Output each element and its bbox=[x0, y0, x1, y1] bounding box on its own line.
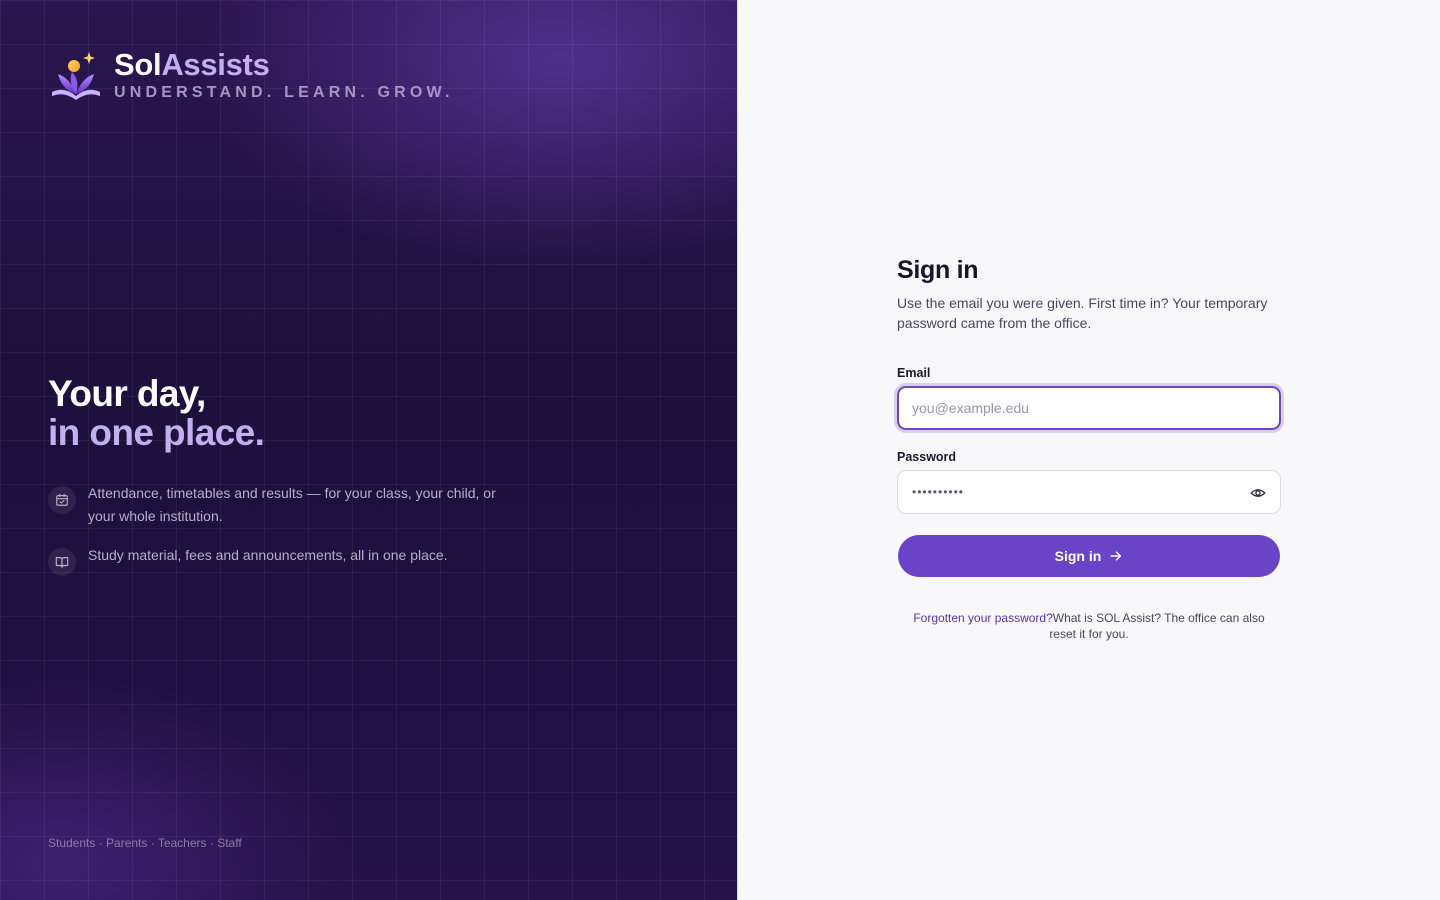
hero-line-1: Your day, bbox=[48, 373, 206, 414]
feature-text: Attendance, timetables and results — for… bbox=[88, 485, 496, 524]
brand-panel: SolAssists UNDERSTAND. LEARN. GROW. Your… bbox=[0, 0, 737, 900]
panel-divider bbox=[737, 0, 738, 900]
audience-list: Students · Parents · Teachers · Staff bbox=[48, 836, 242, 850]
password-label: Password bbox=[897, 450, 957, 464]
book-open-icon bbox=[48, 548, 76, 576]
brand-name-assists: Assists bbox=[161, 47, 270, 82]
email-label: Email bbox=[897, 366, 931, 380]
sign-in-button[interactable]: Sign in bbox=[898, 535, 1280, 577]
brand-name: SolAssists bbox=[114, 48, 454, 82]
hero-line-2: in one place. bbox=[48, 412, 265, 453]
arrow-right-icon bbox=[1110, 551, 1122, 561]
feature-item: Attendance, timetables and results — for… bbox=[48, 485, 498, 528]
calendar-check-icon bbox=[48, 486, 76, 514]
feature-item: Study material, fees and announcements, … bbox=[48, 547, 498, 576]
email-field[interactable]: you@example.edu bbox=[897, 386, 1281, 430]
password-value: •••••••••• bbox=[912, 485, 965, 499]
help-message: What is SOL Assist? The office can also … bbox=[1049, 611, 1265, 641]
sign-in-form: Sign in Use the email you were given. Fi… bbox=[897, 256, 1281, 642]
sign-in-button-label: Sign in bbox=[1054, 548, 1102, 564]
solassists-logo-icon bbox=[52, 52, 100, 100]
help-text: Forgotten your password?What is SOL Assi… bbox=[897, 610, 1281, 642]
email-placeholder: you@example.edu bbox=[912, 400, 1029, 416]
form-subtitle: Use the email you were given. First time… bbox=[897, 295, 1268, 331]
brand: SolAssists UNDERSTAND. LEARN. GROW. bbox=[50, 48, 454, 102]
feature-text: Study material, fees and announcements, … bbox=[88, 547, 448, 563]
brand-tagline: UNDERSTAND. LEARN. GROW. bbox=[114, 84, 454, 101]
brand-name-sol: Sol bbox=[114, 47, 162, 82]
hero-headline: Your day, in one place. bbox=[48, 373, 265, 453]
password-field[interactable]: •••••••••• bbox=[897, 470, 1281, 514]
show-password-icon[interactable] bbox=[1250, 485, 1266, 501]
forgot-password-link[interactable]: Forgotten your password? bbox=[913, 611, 1052, 625]
form-title: Sign in bbox=[897, 256, 979, 284]
